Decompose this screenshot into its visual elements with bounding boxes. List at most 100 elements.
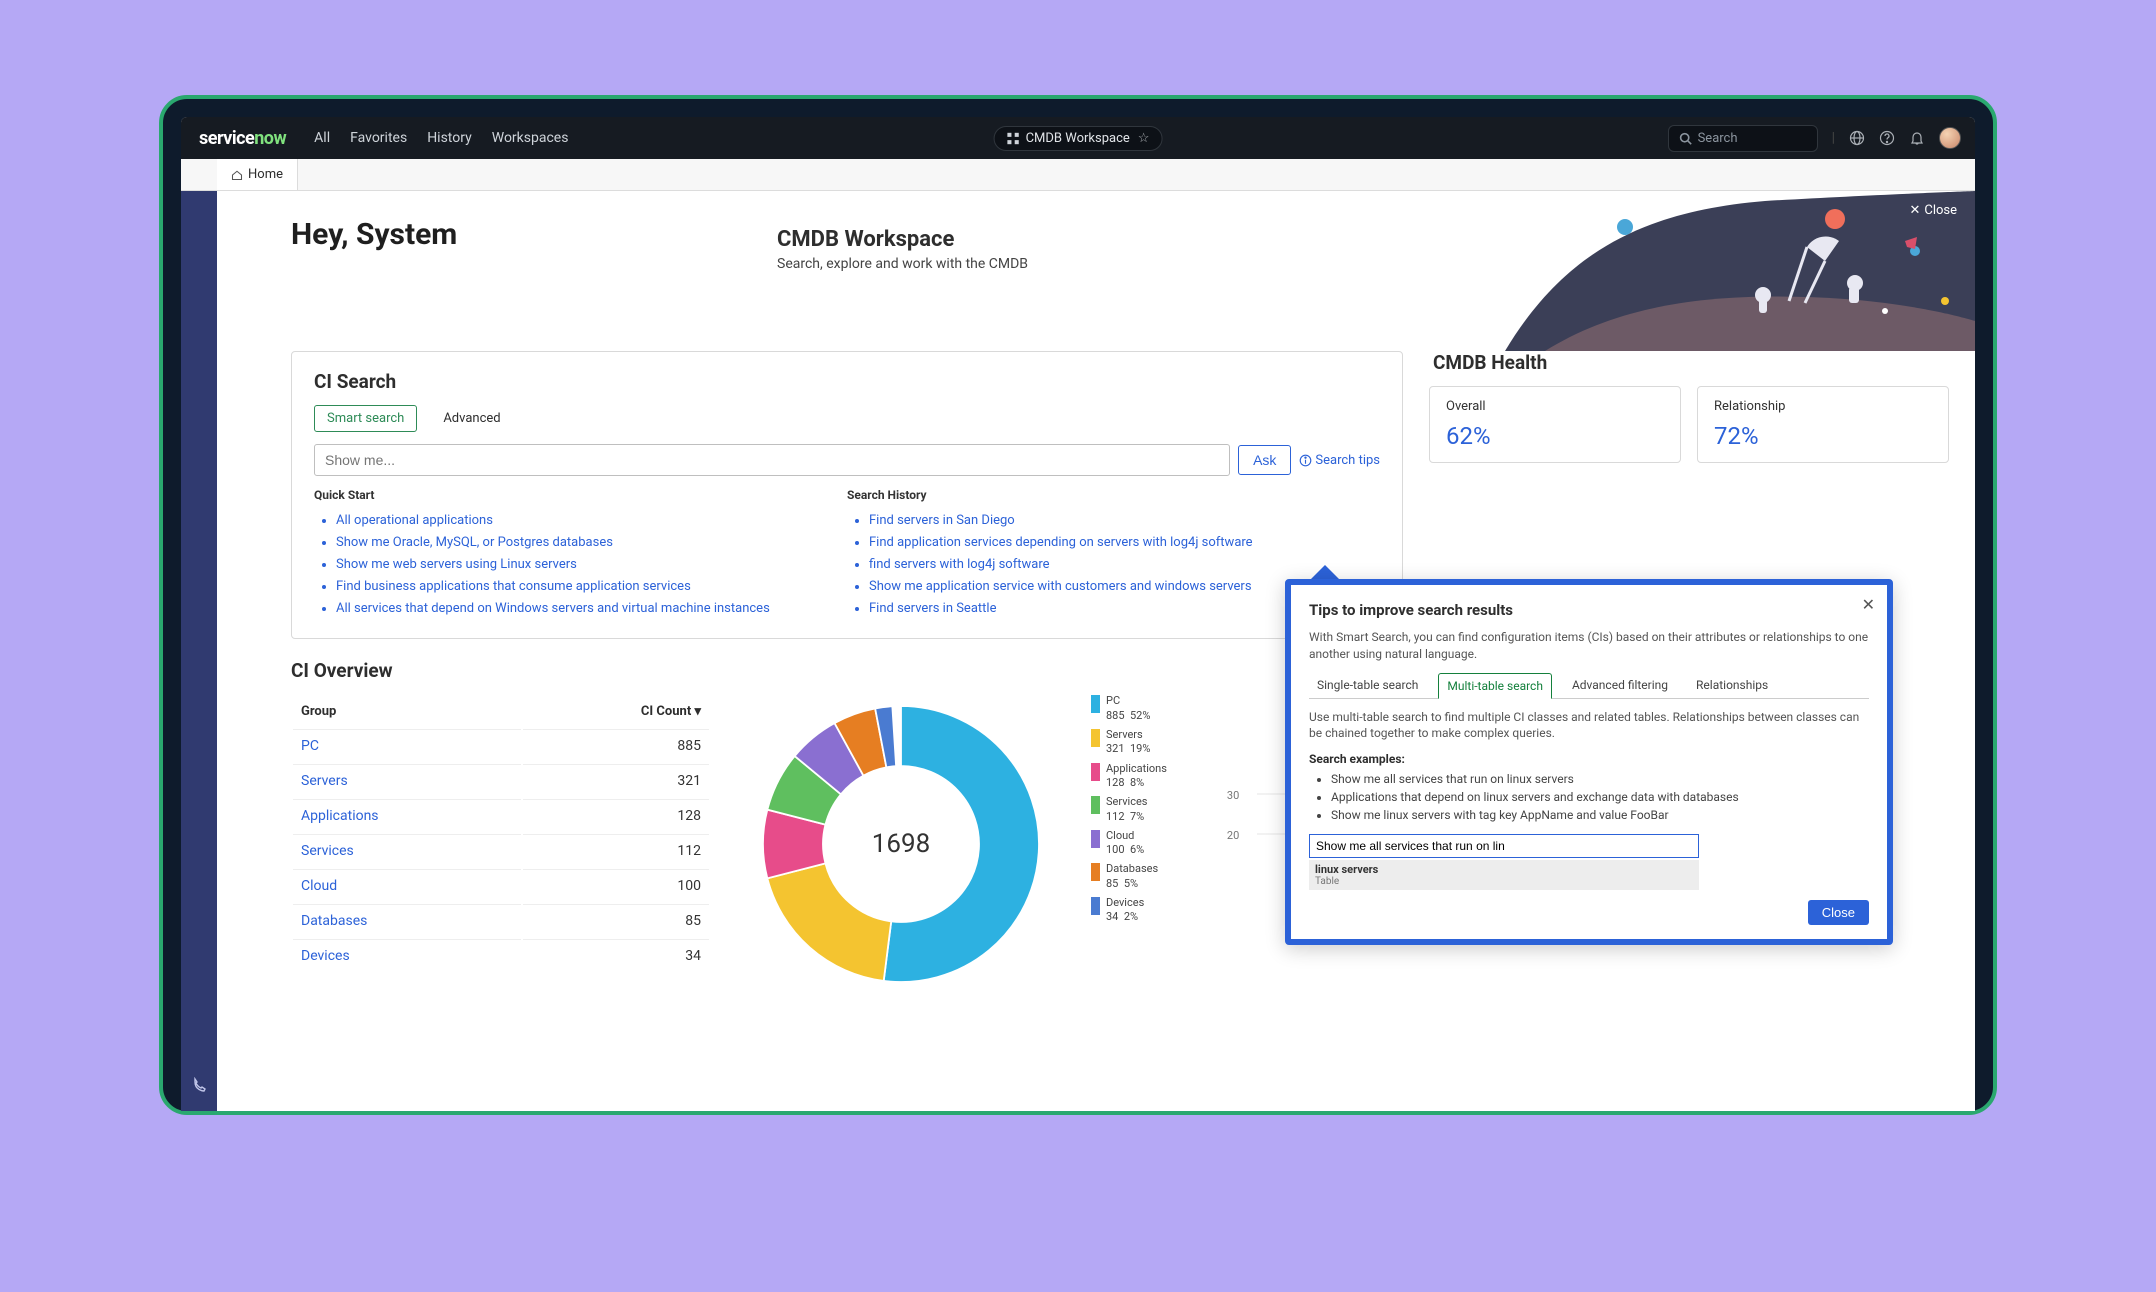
hero-banner: Hey, System CMDB Workspace Search, explo… [217,191,1975,351]
legend-swatch [1091,695,1100,713]
quick-start-label: Quick Start [314,488,847,502]
group-link[interactable]: Cloud [301,878,337,894]
example-item: Show me all services that run on linux s… [1331,770,1869,788]
health-heading: CMDB Health [1433,351,1949,374]
tips-tab-single[interactable]: Single-table search [1309,673,1426,698]
health-relationship-card[interactable]: Relationship 72% [1697,386,1949,463]
legend-item[interactable]: Servers321 19% [1091,728,1167,757]
globe-icon[interactable] [1849,130,1865,146]
health-relationship-value: 72% [1714,422,1932,450]
donut-total: 1698 [751,694,1051,994]
tips-close-button[interactable]: Close [1808,900,1869,925]
legend-item[interactable]: PC885 52% [1091,694,1167,723]
tips-close-icon[interactable]: ✕ [1862,595,1875,614]
quick-start-item[interactable]: All services that depend on Windows serv… [336,598,847,620]
group-link[interactable]: PC [301,738,319,754]
legend-item[interactable]: Cloud100 6% [1091,829,1167,858]
star-icon[interactable]: ☆ [1138,131,1150,146]
nav-favorites[interactable]: Favorites [350,130,407,146]
legend-item[interactable]: Databases85 5% [1091,862,1167,891]
group-link[interactable]: Devices [301,948,350,964]
rail-phone-icon[interactable] [191,1077,207,1097]
quick-start-item[interactable]: Find business applications that consume … [336,576,847,598]
group-link[interactable]: Services [301,843,354,859]
quick-start-item[interactable]: Show me Oracle, MySQL, or Postgres datab… [336,532,847,554]
count-cell: 85 [523,904,709,937]
nav-history[interactable]: History [427,130,472,146]
tips-tab-text: Use multi-table search to find multiple … [1309,709,1869,743]
brand-logo: servicenow [199,128,286,149]
left-rail [181,159,217,1111]
info-icon [1299,454,1312,467]
quick-start-item[interactable]: All operational applications [336,510,847,532]
ci-overview-table: Group CI Count ▾ PC885Servers321Applicat… [291,694,711,974]
global-search[interactable]: Search [1668,125,1818,152]
search-tips-popover: Tips to improve search results ✕ With Sm… [1285,579,1893,945]
quick-start-item[interactable]: Show me web servers using Linux servers [336,554,847,576]
health-relationship-label: Relationship [1714,399,1932,414]
table-row: Applications 128 [293,799,709,832]
smart-search-input[interactable] [314,444,1230,476]
tips-examples-label: Search examples: [1309,752,1869,766]
ci-search-heading: CI Search [314,370,1380,393]
table-row: Cloud 100 [293,869,709,902]
legend-swatch [1091,729,1100,747]
legend-swatch [1091,897,1100,915]
legend-item[interactable]: Devices34 2% [1091,896,1167,925]
ask-button[interactable]: Ask [1238,445,1291,475]
ci-search-card: CI Search Smart search Advanced Ask Sear… [291,351,1403,639]
hero-illustration [1505,191,1975,351]
help-icon[interactable] [1879,130,1895,146]
tips-tab-relationships[interactable]: Relationships [1688,673,1776,698]
hero-close-button[interactable]: ✕ Close [1909,203,1957,218]
tips-suggestion[interactable]: linux servers Table [1309,860,1699,890]
donut-legend: PC885 52% Servers321 19% Applications128 8… [1091,694,1167,929]
table-row: Devices 34 [293,939,709,972]
hero-title: CMDB Workspace [777,227,1028,252]
group-link[interactable]: Applications [301,808,379,824]
legend-item[interactable]: Applications128 8% [1091,762,1167,791]
ci-donut-chart: 1698 [751,694,1051,994]
bell-icon[interactable] [1909,130,1925,146]
home-icon [231,169,243,181]
search-tips-link[interactable]: Search tips [1299,453,1380,468]
nav-workspaces[interactable]: Workspaces [492,130,569,146]
history-item[interactable]: find servers with log4j software [869,554,1380,576]
group-link[interactable]: Servers [301,773,348,789]
tab-home[interactable]: Home [217,159,298,190]
legend-item[interactable]: Services112 7% [1091,795,1167,824]
col-group[interactable]: Group [293,696,521,727]
divider: | [1832,130,1835,146]
user-avatar[interactable] [1939,127,1961,149]
history-item[interactable]: Find application services depending on s… [869,532,1380,554]
search-icon [1679,132,1692,145]
count-cell: 112 [523,834,709,867]
quick-start-list: All operational applicationsShow me Orac… [314,510,847,620]
legend-swatch [1091,863,1100,881]
history-item[interactable]: Find servers in San Diego [869,510,1380,532]
workspace-pill[interactable]: CMDB Workspace ☆ [994,126,1163,151]
close-icon: ✕ [1909,203,1920,218]
health-overall-value: 62% [1446,422,1664,450]
tab-advanced[interactable]: Advanced [431,406,512,431]
grid-icon [1007,132,1020,145]
hero-subtitle: Search, explore and work with the CMDB [777,256,1028,272]
tips-title: Tips to improve search results [1309,601,1869,619]
col-count[interactable]: CI Count ▾ [523,696,709,727]
sort-icon: ▾ [694,704,701,719]
group-link[interactable]: Databases [301,913,367,929]
nav-all[interactable]: All [314,130,330,146]
count-cell: 128 [523,799,709,832]
health-overall-card[interactable]: Overall 62% [1429,386,1681,463]
tips-examples-list: Show me all services that run on linux s… [1309,770,1869,824]
table-row: PC885 [293,729,709,762]
tips-example-input[interactable] [1309,834,1699,858]
tab-smart-search[interactable]: Smart search [314,405,417,432]
legend-swatch [1091,763,1100,781]
count-cell: 34 [523,939,709,972]
count-cell: 100 [523,869,709,902]
tips-tab-multi[interactable]: Multi-table search [1438,673,1552,699]
health-overall-label: Overall [1446,399,1664,414]
tips-tab-advanced[interactable]: Advanced filtering [1564,673,1676,698]
legend-swatch [1091,796,1100,814]
